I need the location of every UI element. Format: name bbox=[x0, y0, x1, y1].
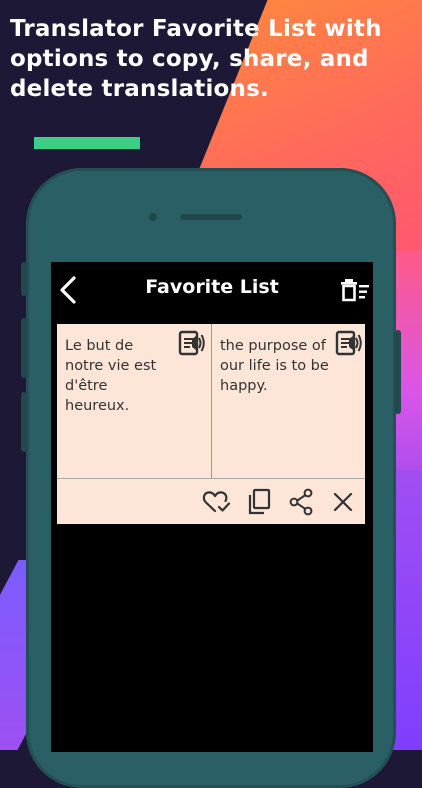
phone-mute-switch bbox=[21, 262, 27, 296]
card-divider bbox=[57, 478, 365, 479]
speaker-document-icon bbox=[178, 330, 205, 356]
phone-power-button bbox=[395, 330, 401, 414]
app-bar: Favorite List bbox=[51, 262, 373, 318]
phone-volume-up bbox=[21, 318, 27, 378]
phone-camera bbox=[149, 213, 157, 221]
phone-screen: Favorite List Le but de notre vie est d'… bbox=[51, 262, 373, 752]
source-panel: Le but de notre vie est d'être heureux. bbox=[57, 324, 212, 478]
speak-source-button[interactable] bbox=[177, 328, 207, 358]
source-text[interactable]: Le but de notre vie est d'être heureux. bbox=[65, 336, 175, 416]
favorite-card: Le but de notre vie est d'être heureux. … bbox=[57, 324, 365, 524]
share-button[interactable] bbox=[285, 486, 317, 518]
delete-button[interactable] bbox=[327, 486, 359, 518]
accent-bar bbox=[34, 137, 140, 149]
translated-text[interactable]: the purpose of our life is to be happy. bbox=[220, 336, 336, 396]
page-title: Favorite List bbox=[145, 276, 279, 298]
promo-headline: Translator Favorite List with options to… bbox=[10, 16, 382, 102]
card-actions bbox=[57, 480, 365, 524]
share-icon bbox=[289, 488, 313, 516]
favorite-button[interactable] bbox=[201, 486, 233, 518]
delete-all-button[interactable] bbox=[337, 274, 373, 306]
heart-check-icon bbox=[202, 491, 231, 513]
copy-icon bbox=[248, 488, 271, 515]
speak-translation-button[interactable] bbox=[334, 328, 364, 358]
trash-list-icon bbox=[341, 279, 369, 302]
phone-earpiece bbox=[180, 214, 242, 220]
close-icon bbox=[333, 492, 353, 512]
speaker-document-icon bbox=[335, 330, 362, 356]
copy-button[interactable] bbox=[243, 486, 275, 518]
translation-panel: the purpose of our life is to be happy. bbox=[212, 324, 365, 478]
phone-volume-down bbox=[21, 392, 27, 452]
